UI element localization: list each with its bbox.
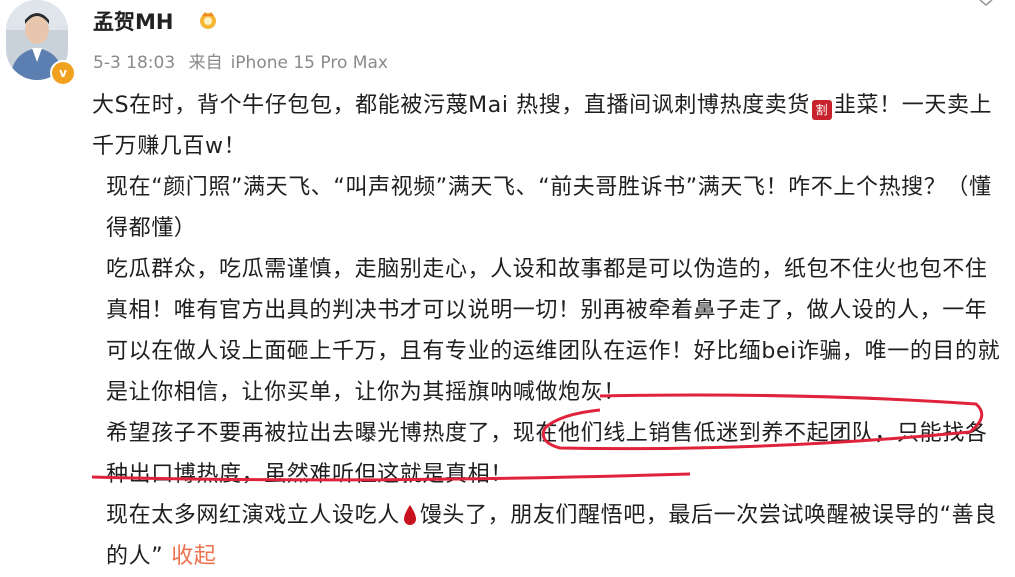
post-time: 5-3 18:03 (93, 53, 176, 73)
post-paragraph-3: 吃瓜群众，吃瓜需谨慎，走脑别走心，人设和故事都是可以伪造的，纸包不住火也包不住真… (106, 257, 1001, 405)
post-paragraph-2: 现在“颜门照”满天飞、“叫声视频”满天飞、“前夫哥胜诉书”满天飞！咋不上个热搜？… (106, 175, 992, 241)
verified-v-icon: v (50, 60, 76, 86)
post-meta: 5-3 18:03 来自 iPhone 15 Pro Max (93, 48, 396, 73)
collapse-link[interactable]: 收起 (171, 544, 216, 569)
post-text: 现在太多网红演戏立人设吃人 (106, 503, 400, 528)
blood-drop-icon (403, 505, 416, 525)
post-paragraph-5: 现在太多网红演戏立人设吃人 馒头了，朋友们醒悟吧，最后一次尝试唤醒被误导的“善良的… (92, 495, 1002, 577)
source-prefix: 来自 (188, 53, 223, 73)
username[interactable]: 孟贺MH (93, 6, 173, 36)
source-device[interactable]: iPhone 15 Pro Max (231, 53, 388, 73)
post-body: 大S在时，背个牛仔包包，都能被污蔑Mai 热搜，直播间讽刺博热度卖货割韭菜！一天… (92, 85, 1002, 577)
post-text: 大S在时，背个牛仔包包，都能被污蔑Mai 热搜，直播间讽刺博热度卖货 (92, 93, 810, 118)
post-paragraph-1: 大S在时，背个牛仔包包，都能被污蔑Mai 热搜，直播间讽刺博热度卖货割韭菜！一天… (92, 85, 1002, 167)
post-paragraph-4: 希望孩子不要再被拉出去曝光博热度了，现在他们线上销售低迷到养不起团队，只能找各种… (106, 421, 988, 487)
fan-badge-icon[interactable] (198, 10, 218, 30)
chevron-down-icon[interactable] (979, 0, 993, 6)
cut-emoji-icon: 割 (811, 100, 832, 120)
